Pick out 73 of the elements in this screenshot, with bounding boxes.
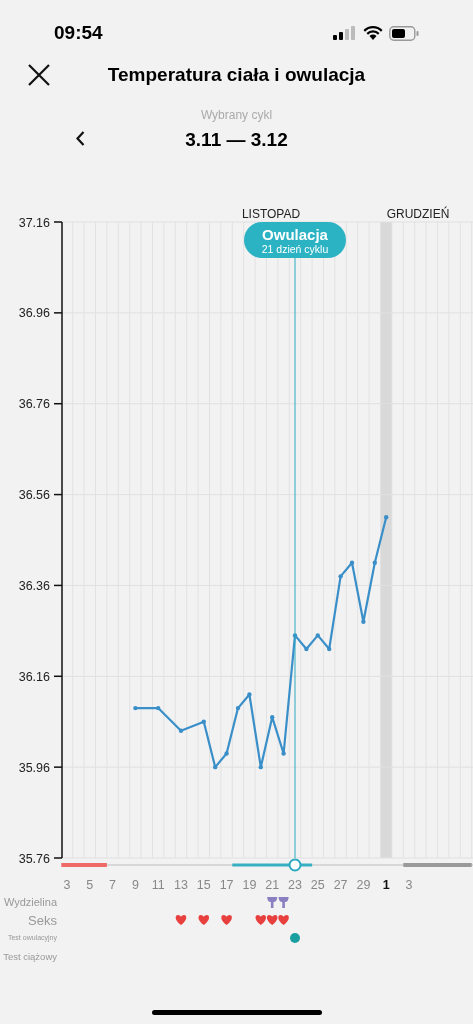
x-tick-label: 3 [63,878,71,892]
cycle-range: 3.11 — 3.12 [185,128,288,152]
heart-icon [175,915,187,925]
x-tick-label: 7 [109,878,117,892]
ovulation-marker [288,858,302,872]
data-point [258,764,263,770]
chevron-left-icon [75,130,85,146]
x-tick-label: 3 [405,878,413,892]
data-point [327,646,332,652]
y-tick-label: 35.96 [18,760,50,775]
data-point [156,705,161,711]
x-tick-label: 23 [288,878,302,892]
x-tick-label: 21 [265,878,280,892]
ovulation-subtitle: 21 dzień cyklu [261,243,329,255]
x-tick-label: 15 [196,878,211,892]
x-tick-label: 19 [242,878,257,892]
y-tick-label: 36.56 [18,488,50,503]
x-tick-label: 27 [333,878,348,892]
data-point [270,714,275,720]
period-bar [61,863,107,867]
x-tick-label: 29 [356,878,371,892]
data-point [315,633,320,638]
x-tick-label: 5 [86,878,94,892]
y-tick-label: 37.16 [18,215,50,230]
data-point [338,574,343,579]
data-point [384,515,389,520]
data-point [201,719,206,724]
event-row-label: Wydzielina [3,895,57,908]
cycle-label: Wybrany cykl [200,107,273,124]
x-tick-label: 17 [219,878,234,892]
y-tick-label: 35.76 [18,851,50,866]
predicted-period-bar [403,863,472,867]
data-point [361,619,366,624]
x-tick-label: 9 [131,878,139,892]
battery-icon [389,25,419,41]
cup-icon [278,897,289,908]
y-tick-label: 36.36 [18,578,50,593]
data-point [304,646,309,652]
data-point [247,692,252,697]
cup-icon [267,897,278,908]
data-point [133,705,138,711]
signal-icon [333,26,357,40]
data-point [349,560,355,565]
event-row-label: Seks [28,912,57,928]
data-point [292,633,298,638]
test-dot [290,933,300,943]
data-point [372,560,377,565]
data-point [178,728,184,733]
close-icon [28,64,50,86]
x-tick-label: 11 [151,878,165,892]
close-button[interactable] [26,62,52,88]
heart-icon [255,915,267,925]
event-row-label: Test ciążowy [3,951,57,963]
heart-icon [198,915,210,925]
heart-icon [278,915,289,925]
data-point [235,705,241,711]
data-point [281,751,286,756]
heart-icon [221,915,232,925]
ovulation-title: Owulacja [262,226,328,243]
y-tick-label: 36.76 [18,397,50,412]
data-point [224,751,229,756]
screen-title: Temperatura ciała i owulacja [107,62,366,87]
wifi-icon [363,26,383,40]
y-tick-label: 36.96 [18,306,50,321]
month-label: GRUDZIEŃ [386,207,450,221]
month-label: LISTOPAD [241,207,301,221]
x-tick-label: 1 [382,878,390,892]
x-tick-label: 25 [310,878,325,892]
status-time: 09:54 [54,20,103,45]
heart-icon [266,915,278,925]
x-tick-label: 13 [174,878,188,892]
y-tick-label: 36.16 [18,669,50,684]
data-point [213,764,218,770]
